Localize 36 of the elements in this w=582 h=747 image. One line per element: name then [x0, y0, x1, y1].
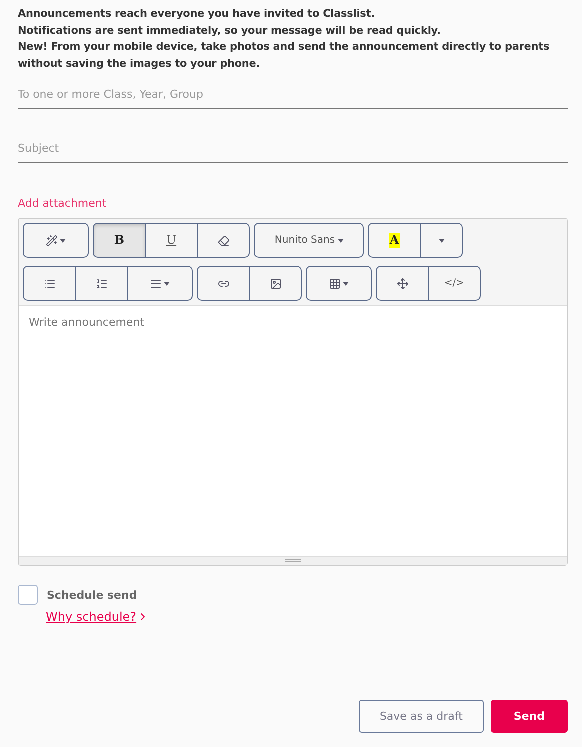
caret-icon: [438, 238, 444, 242]
numbered-list-icon: [96, 278, 108, 290]
recipients-field[interactable]: To one or more Class, Year, Group: [18, 82, 568, 109]
numbered-list-button[interactable]: [75, 266, 128, 301]
info-text: Announcements reach everyone you have invited to Classlist.: [18, 7, 376, 22]
link-button[interactable]: [197, 266, 250, 301]
fullscreen-icon: [396, 278, 408, 290]
table-button[interactable]: [306, 266, 372, 301]
magic-wand-button[interactable]: [23, 223, 89, 258]
eraser-button[interactable]: [197, 223, 250, 258]
underline-button[interactable]: U: [145, 223, 198, 258]
table-icon: [329, 278, 341, 290]
color-dropdown-button[interactable]: [420, 223, 463, 258]
fullscreen-button[interactable]: [376, 266, 429, 301]
eraser-icon: [218, 234, 230, 246]
info-text: Notifications are sent immediately, so your message will be read quickly.: [18, 24, 442, 38]
save-draft-button[interactable]: Save as a draft: [358, 700, 484, 733]
image-icon: [270, 278, 282, 290]
align-button[interactable]: [127, 266, 193, 301]
info-text: New! From your mobile device, take photos and send the announcement directly to parents without saving the images to your phone.: [18, 40, 551, 72]
subject-field[interactable]: Subject: [18, 136, 568, 163]
add-attachment-link[interactable]: Add attachment: [18, 197, 107, 210]
bulleted-list-button[interactable]: [23, 266, 76, 301]
magic-wand-icon: [46, 234, 58, 246]
image-button[interactable]: [249, 266, 302, 301]
highlight-button[interactable]: A: [368, 223, 421, 258]
bold-button[interactable]: B: [93, 223, 146, 258]
resize-handle[interactable]: [19, 556, 567, 565]
why-schedule-link[interactable]: Why schedule?: [46, 610, 137, 624]
rich-text-editor[interactable]: B U Nunito Sans A </> Write announcement: [18, 218, 568, 566]
schedule-checkbox[interactable]: [18, 585, 38, 605]
align-icon: [150, 278, 162, 290]
code-view-button[interactable]: </>: [428, 266, 481, 301]
send-button[interactable]: Send: [490, 700, 568, 733]
schedule-label: Schedule send: [47, 588, 138, 602]
font-dropdown[interactable]: Nunito Sans: [254, 223, 364, 258]
